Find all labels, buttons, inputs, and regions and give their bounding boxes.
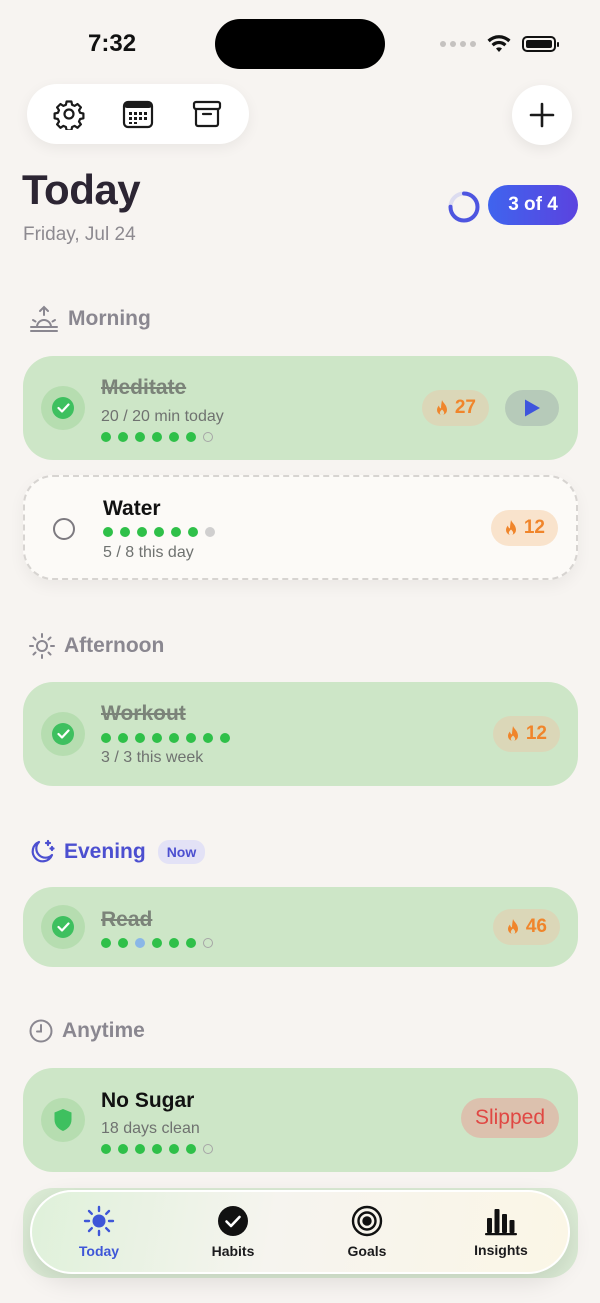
add-habit-button[interactable] bbox=[512, 85, 572, 145]
streak-badge: 27 bbox=[421, 390, 489, 426]
battery-icon bbox=[522, 36, 559, 52]
flame-icon bbox=[507, 919, 518, 935]
habit-complete-toggle[interactable] bbox=[41, 905, 85, 949]
flame-icon bbox=[436, 400, 447, 416]
habit-card-read[interactable]: Read 46 bbox=[23, 887, 578, 967]
completion-badge[interactable]: 3 of 4 bbox=[488, 185, 578, 225]
tab-goals[interactable]: Goals bbox=[300, 1192, 434, 1272]
habit-history-dots bbox=[103, 527, 215, 537]
habit-name: Workout bbox=[101, 702, 186, 725]
sun-icon bbox=[83, 1205, 115, 1237]
habit-name: Meditate bbox=[101, 376, 187, 399]
tab-insights[interactable]: Insights bbox=[434, 1192, 568, 1272]
habit-history-dots bbox=[101, 1144, 213, 1154]
habit-detail: 20 / 20 min today bbox=[101, 408, 224, 425]
section-label: Afternoon bbox=[64, 634, 165, 657]
top-toolbar bbox=[27, 84, 249, 144]
habit-name: Water bbox=[103, 497, 161, 520]
streak-count: 12 bbox=[523, 517, 545, 538]
moon-icon bbox=[31, 839, 55, 863]
target-icon bbox=[351, 1205, 383, 1237]
habit-history-dots bbox=[101, 938, 213, 948]
streak-badge: 12 bbox=[492, 716, 560, 752]
habit-complete-toggle[interactable] bbox=[53, 518, 75, 540]
streak-count: 27 bbox=[454, 397, 476, 418]
habit-history-dots bbox=[101, 432, 213, 442]
checkmark-icon bbox=[56, 403, 70, 413]
check-circle-icon bbox=[218, 1206, 248, 1236]
tab-today[interactable]: Today bbox=[32, 1192, 166, 1272]
tab-label: Today bbox=[78, 1243, 120, 1259]
tab-bar: Today Habits Goals Insights bbox=[30, 1190, 570, 1274]
habit-complete-toggle[interactable] bbox=[41, 1098, 85, 1142]
streak-badge: 12 bbox=[490, 510, 558, 546]
section-anytime: Anytime bbox=[28, 1018, 145, 1044]
cellular-icon bbox=[440, 41, 476, 47]
streak-count: 46 bbox=[525, 916, 547, 937]
wifi-icon bbox=[487, 35, 511, 52]
habit-card-meditate[interactable]: Meditate 20 / 20 min today 27 bbox=[23, 356, 578, 460]
checkmark-icon bbox=[56, 922, 70, 932]
tab-label: Insights bbox=[474, 1242, 528, 1258]
now-badge: Now bbox=[157, 840, 206, 864]
section-morning: Morning bbox=[28, 305, 151, 333]
habit-detail: 18 days clean bbox=[101, 1120, 200, 1137]
archive-button[interactable] bbox=[185, 92, 229, 136]
dynamic-island bbox=[215, 19, 385, 69]
flame-icon bbox=[505, 520, 516, 536]
section-afternoon: Afternoon bbox=[28, 632, 164, 660]
calendar-icon bbox=[122, 100, 154, 129]
start-timer-button[interactable] bbox=[505, 390, 559, 426]
page-title: Today bbox=[22, 166, 141, 213]
habit-complete-toggle[interactable] bbox=[41, 712, 85, 756]
habit-history-dots bbox=[101, 733, 230, 743]
habit-card-water[interactable]: Water 5 / 8 this day 12 bbox=[23, 475, 578, 580]
settings-button[interactable] bbox=[47, 92, 91, 136]
habit-card-no-sugar[interactable]: No Sugar 18 days clean Slipped bbox=[23, 1068, 578, 1172]
tab-label: Goals bbox=[347, 1243, 387, 1259]
plus-icon bbox=[529, 102, 555, 128]
section-label: Anytime bbox=[62, 1019, 145, 1042]
checkmark-icon bbox=[56, 729, 70, 739]
streak-count: 12 bbox=[525, 723, 547, 744]
habit-name: No Sugar bbox=[101, 1089, 195, 1112]
clock-icon bbox=[29, 1019, 53, 1043]
gear-icon bbox=[53, 100, 85, 130]
habit-name: Read bbox=[101, 908, 153, 931]
archive-icon bbox=[192, 100, 221, 128]
play-icon bbox=[525, 399, 540, 417]
slipped-status-badge[interactable]: Slipped bbox=[460, 1098, 559, 1138]
page-date: Friday, Jul 24 bbox=[23, 224, 136, 245]
section-evening: Evening Now bbox=[28, 838, 206, 866]
status-time: 7:32 bbox=[88, 30, 137, 57]
tab-habits[interactable]: Habits bbox=[166, 1192, 300, 1272]
section-label: Morning bbox=[68, 307, 151, 330]
habit-detail: 3 / 3 this week bbox=[101, 749, 204, 766]
sunrise-icon bbox=[30, 305, 58, 332]
bar-chart-icon bbox=[485, 1209, 517, 1236]
flame-icon bbox=[507, 726, 518, 742]
habit-complete-toggle[interactable] bbox=[41, 386, 85, 430]
sun-icon bbox=[29, 633, 55, 659]
tab-label: Habits bbox=[211, 1243, 255, 1259]
shield-icon bbox=[54, 1109, 72, 1131]
habit-detail: 5 / 8 this day bbox=[103, 544, 194, 561]
progress-ring bbox=[448, 191, 480, 223]
section-label: Evening bbox=[64, 840, 146, 863]
calendar-button[interactable] bbox=[116, 92, 160, 136]
streak-badge: 46 bbox=[492, 909, 560, 945]
status-indicators bbox=[440, 34, 559, 54]
habit-card-workout[interactable]: Workout 3 / 3 this week 12 bbox=[23, 682, 578, 786]
